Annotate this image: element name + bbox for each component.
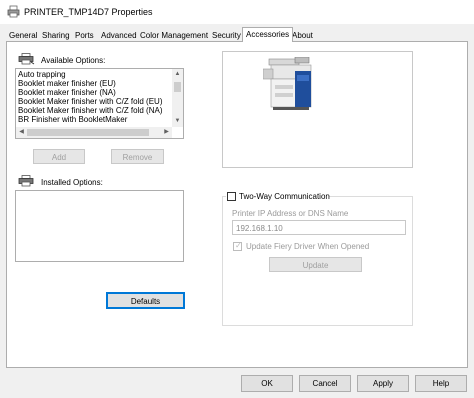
cancel-button[interactable]: Cancel — [299, 375, 351, 392]
scroll-thumb[interactable] — [27, 129, 149, 136]
update-driver-checkbox[interactable]: ✓ — [233, 241, 242, 251]
tab-accessories[interactable]: Accessories — [242, 27, 294, 42]
tab-strip: General Sharing Ports Advanced Color Man… — [6, 27, 468, 42]
two-way-checkbox[interactable] — [227, 192, 236, 201]
group-header: Two-Way Communication — [226, 192, 330, 202]
ok-button[interactable]: OK — [241, 375, 293, 392]
defaults-button[interactable]: Defaults — [106, 292, 185, 309]
installed-options-label: Installed Options: — [41, 178, 103, 187]
ip-address-label: Printer IP Address or DNS Name — [232, 209, 349, 218]
apply-button[interactable]: Apply — [357, 375, 409, 392]
ip-address-field[interactable]: 192.168.1.10 — [232, 220, 406, 235]
scroll-thumb[interactable] — [174, 82, 181, 92]
printer-installed-icon — [18, 175, 34, 187]
title-bar: PRINTER_TMP14D7 Properties — [0, 0, 474, 24]
available-options-list[interactable]: Auto trapping Booklet maker finisher (EU… — [15, 68, 184, 139]
printer-options-icon — [18, 53, 35, 65]
add-button[interactable]: Add — [33, 149, 85, 164]
available-options-label: Available Options: — [41, 56, 106, 65]
copier-machine-icon — [263, 57, 312, 110]
list-item[interactable]: Booklet maker finisher (EU) — [18, 79, 116, 88]
list-item[interactable]: Booklet Maker finisher with C/Z fold (EU… — [18, 97, 163, 106]
list-item[interactable]: Booklet Maker finisher with C/Z fold (NA… — [18, 106, 163, 115]
horizontal-scrollbar[interactable]: ◀ ▶ — [16, 127, 172, 138]
window-title: PRINTER_TMP14D7 Properties — [24, 7, 153, 17]
printer-icon — [7, 5, 20, 18]
update-driver-label: Update Fiery Driver When Opened — [246, 242, 370, 251]
list-item[interactable]: Booklet maker finisher (NA) — [18, 88, 116, 97]
scroll-up-icon[interactable]: ▲ — [172, 69, 183, 80]
help-button[interactable]: Help — [415, 375, 467, 392]
list-item[interactable]: Auto trapping — [18, 70, 66, 79]
vertical-scrollbar[interactable]: ▲ ▼ — [172, 69, 183, 127]
update-button[interactable]: Update — [269, 257, 362, 272]
printer-preview — [222, 51, 413, 168]
remove-button[interactable]: Remove — [111, 149, 164, 164]
scroll-down-icon[interactable]: ▼ — [172, 116, 183, 127]
scroll-right-icon[interactable]: ▶ — [161, 127, 172, 138]
checkmark-icon: ✓ — [235, 241, 242, 250]
installed-options-list[interactable] — [15, 190, 184, 262]
list-item[interactable]: BR Finisher with BookletMaker — [18, 115, 127, 124]
accessories-panel: Available Options: Auto trapping Booklet… — [6, 41, 468, 368]
two-way-label: Two-Way Communication — [239, 192, 330, 201]
scroll-left-icon[interactable]: ◀ — [16, 127, 27, 138]
